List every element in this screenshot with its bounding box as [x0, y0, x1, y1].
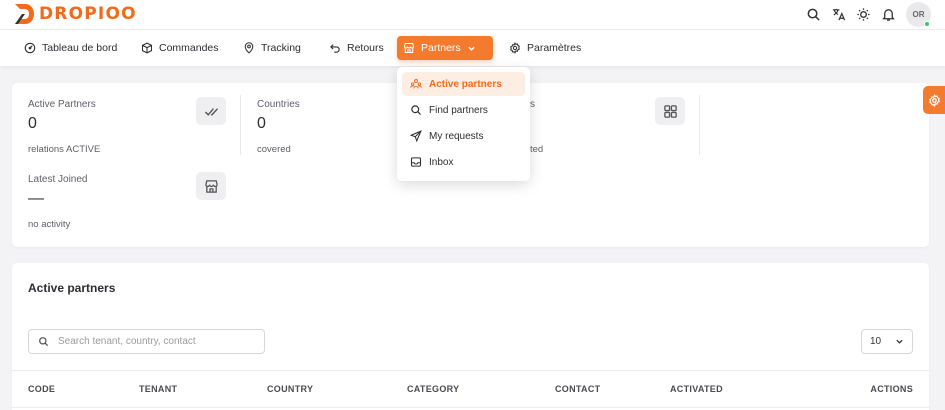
stat-label: Latest Joined: [28, 174, 88, 185]
stat-divider: [699, 95, 700, 155]
chevron-down-icon: [468, 46, 475, 51]
logo-mark-icon: [15, 4, 34, 24]
column-header-category[interactable]: CATEGORY: [407, 384, 459, 394]
box-icon: [141, 42, 153, 54]
search-icon: [411, 105, 421, 115]
menu-item-label: Active partners: [429, 78, 502, 90]
nav-item-retours[interactable]: Retours: [323, 36, 390, 60]
stat-sub: relations ACTIVE: [28, 144, 101, 155]
return-arrow-icon: [330, 44, 340, 53]
partners-dropdown-menu: Active partners Find partners My request…: [397, 67, 530, 181]
nav-item-tracking[interactable]: Tracking: [237, 36, 307, 60]
nav-label: Tracking: [261, 42, 301, 54]
stat-label: s: [530, 99, 535, 110]
column-header-code[interactable]: CODE: [28, 384, 55, 394]
search-icon: [39, 337, 49, 347]
sun-icon[interactable]: [855, 6, 871, 22]
menu-item-label: Inbox: [429, 156, 454, 168]
search-icon[interactable]: [805, 6, 821, 22]
brand-name: DROPIOO: [39, 4, 137, 24]
stat-sub: no activity: [28, 219, 71, 230]
nav-item-partners[interactable]: Partners: [397, 36, 493, 60]
gear-icon: [510, 42, 520, 54]
search-box[interactable]: [28, 329, 265, 354]
menu-item-label: My requests: [429, 130, 484, 142]
nav-label: Tableau de bord: [42, 42, 118, 54]
menu-item-inbox[interactable]: Inbox: [402, 150, 525, 174]
users-icon: [410, 79, 422, 89]
menu-item-find-partners[interactable]: Find partners: [402, 98, 525, 122]
nav-item-commandes[interactable]: Commandes: [135, 36, 225, 60]
nav-label: Retours: [347, 42, 384, 54]
menu-item-my-requests[interactable]: My requests: [402, 124, 525, 148]
nav-item-tableau-de-bord[interactable]: Tableau de bord: [18, 36, 123, 60]
menu-item-label: Find partners: [429, 104, 488, 116]
column-header-tenant[interactable]: TENANT: [139, 384, 177, 394]
page-size-select[interactable]: 10: [861, 329, 913, 354]
menu-item-active-partners[interactable]: Active partners: [402, 72, 525, 96]
app-header: DROPIOO OR: [0, 0, 945, 30]
nav-item-parametres[interactable]: Paramètres: [503, 36, 587, 60]
stat-label: Countries: [257, 99, 300, 110]
nav-label: Commandes: [159, 42, 219, 54]
stat-value: 0: [28, 115, 37, 132]
stat-latest-joined: Latest Joined — no activity: [28, 174, 88, 230]
stat-partial: s ted: [530, 99, 543, 155]
inbox-icon: [410, 157, 422, 167]
stat-label: Active Partners: [28, 99, 96, 110]
store-icon: [403, 42, 415, 54]
stat-sub: covered: [257, 144, 291, 155]
search-input[interactable]: [58, 336, 258, 347]
avatar-initials: OR: [912, 9, 925, 19]
column-header-activated[interactable]: ACTIVATED: [670, 384, 723, 394]
column-header-contact[interactable]: CONTACT: [555, 384, 600, 394]
stat-sub: ted: [530, 144, 544, 155]
table-header: CODE TENANT COUNTRY CATEGORY CONTACT ACT…: [12, 370, 929, 408]
user-avatar[interactable]: OR: [906, 1, 931, 27]
grid-icon: [655, 97, 685, 125]
online-status-dot: [924, 20, 930, 27]
stat-countries: Countries 0 covered: [257, 99, 300, 155]
brand-logo[interactable]: DROPIOO: [12, 2, 137, 26]
stat-divider: [240, 95, 241, 155]
column-header-country[interactable]: COUNTRY: [267, 384, 313, 394]
send-icon: [410, 130, 422, 142]
translate-icon[interactable]: [830, 6, 846, 22]
stat-value: —: [28, 190, 44, 207]
main-nav: Tableau de bord Commandes Tracking Retou…: [0, 30, 945, 66]
dashboard-icon: [24, 42, 36, 54]
stat-value: 0: [257, 115, 266, 132]
stat-active-partners: Active Partners 0 relations ACTIVE: [28, 99, 100, 155]
table-title: Active partners: [28, 281, 116, 295]
store-icon: [196, 172, 226, 200]
gear-icon: [928, 93, 940, 107]
bell-icon[interactable]: [880, 6, 896, 22]
double-check-icon: [196, 97, 226, 125]
nav-label: Partners: [421, 42, 461, 54]
stat-value: [530, 115, 543, 133]
map-pin-icon: [244, 42, 254, 54]
page-size-value: 10: [870, 336, 882, 347]
settings-drawer-toggle[interactable]: [923, 86, 945, 114]
nav-label: Paramètres: [527, 42, 582, 54]
column-header-actions: ACTIONS: [870, 384, 913, 394]
chevron-down-icon: [896, 339, 903, 344]
